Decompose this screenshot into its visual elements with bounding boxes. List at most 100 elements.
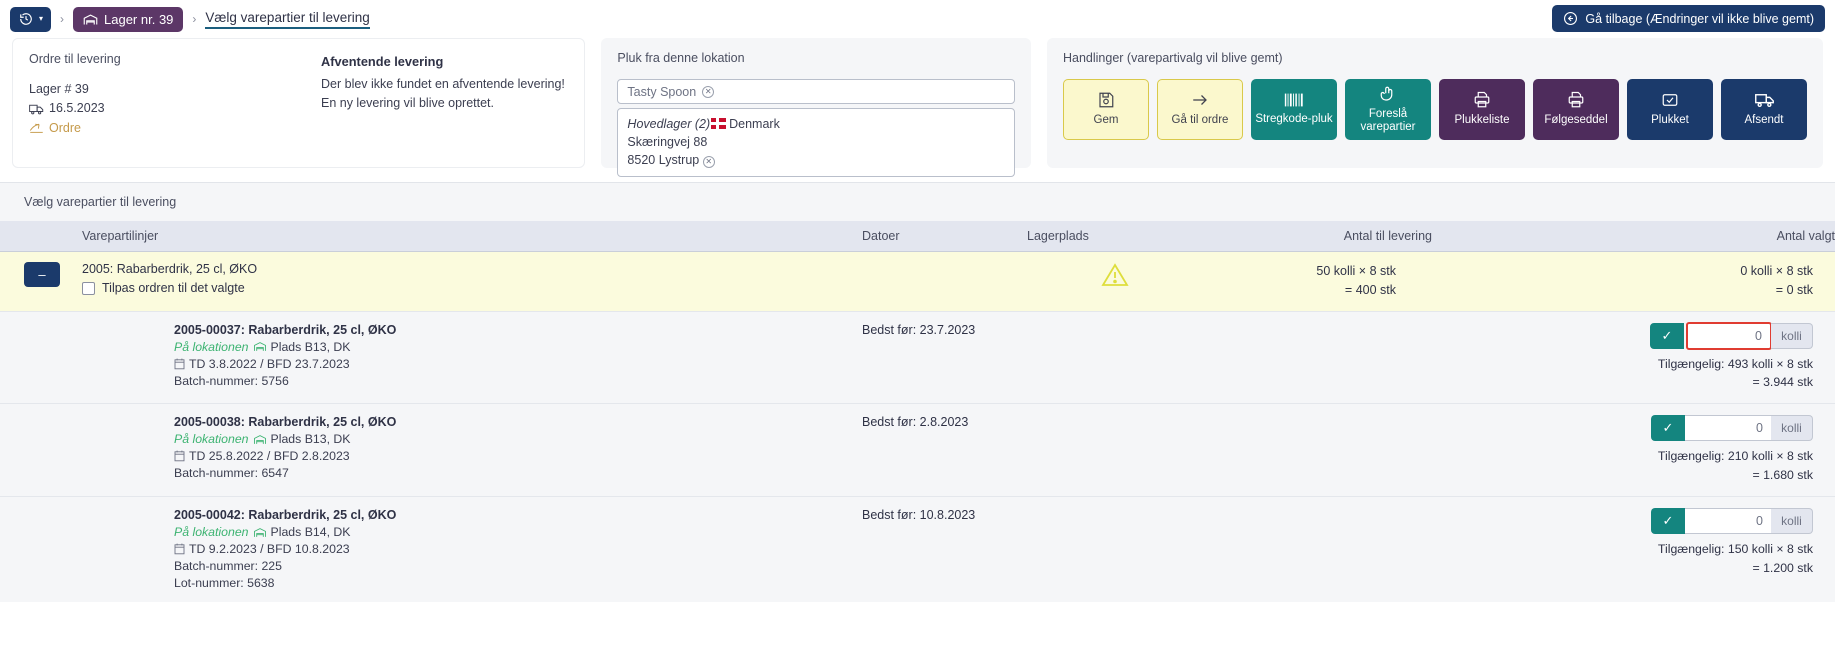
breadcrumb-warehouse[interactable]: Lager nr. 39 [73,7,183,32]
row-qty-selected-cell: ✓ 0 kolli Tilgængelig: 493 kolli × 8 stk [1432,311,1835,404]
clear-location-icon[interactable]: ✕ [702,86,714,98]
lot-dates-row: TD 25.8.2022 / BFD 2.8.2023 [174,449,862,463]
arrow-right-icon [1190,91,1210,109]
availability-kolli: Tilgængelig: 493 kolli [1658,357,1773,371]
save-disk-icon [1097,91,1115,109]
clear-address-icon[interactable]: ✕ [703,156,715,168]
lot-dates-text: TD 9.2.2023 / BFD 10.8.2023 [189,542,350,556]
on-location-label: På lokationen [174,340,249,354]
picking-list-button[interactable]: Plukkeliste [1439,79,1525,140]
row-qty-selected-cell: ✓ 0 kolli Tilgængelig: 210 kolli × 8 stk [1432,404,1835,497]
pick-street: Skæringvej 88 [627,133,1005,151]
row-info-cell: 2005-00038: Rabarberdrik, 25 cl, ØKO På … [82,404,862,497]
history-clock-icon [19,12,33,26]
qty-selector: ✓ 0 kolli [1651,508,1835,534]
adjust-order-checkbox[interactable] [82,282,95,295]
group-sel-op: × [1776,264,1783,278]
suggest-lots-button[interactable]: Foreslå varepartier [1345,79,1431,140]
shipped-button[interactable]: Afsendt [1721,79,1807,140]
adjust-order-row[interactable]: Tilpas ordren til det valgte [82,281,862,295]
row-qty-selected-cell: ✓ 0 kolli Tilgængelig: 150 kolli × 8 stk [1432,497,1835,603]
save-button-label: Gem [1094,114,1119,127]
confirm-quantity-button[interactable]: ✓ [1651,415,1685,441]
availability-total: 3.944 stk [1763,375,1813,389]
lot-dates-row: TD 3.8.2022 / BFD 23.7.2023 [174,357,862,371]
lots-table-section: Vælg varepartier til levering Varepartil… [0,182,1835,602]
order-panel-title: Ordre til levering [29,52,321,66]
availability-info: Tilgængelig: 150 kolli × 8 stk = 1.200 s… [1432,540,1835,577]
adjust-order-label: Tilpas ordren til det valgte [102,281,245,295]
group-sel-total: 0 stk [1787,283,1813,297]
pick-city: 8520 Lystrup [627,153,699,167]
order-warehouse-text: Lager # 39 [29,80,89,99]
availability-line-2: = 1.680 stk [1432,466,1813,484]
quantity-input[interactable]: 0 [1685,415,1771,441]
header-qty-delivery: Antal til levering [1202,221,1432,252]
group-qty-line-2: = 400 stk [1202,281,1396,300]
go-back-button[interactable]: Gå tilbage (Ændringer vil ikke blive gem… [1552,5,1825,32]
header-lines: Varepartilinjer [82,221,862,252]
header-toggle [0,221,82,252]
order-link[interactable]: Ordre [29,119,321,138]
group-qty-delivery-cell: 50 kolli × 8 stk = 400 stk [1202,252,1432,312]
back-circle-arrow-icon [1563,11,1578,26]
quantity-input[interactable]: 0 [1685,508,1771,534]
row-place-cell [1027,404,1202,497]
group-toggle-cell: – [0,252,82,312]
order-date: 16.5.2023 [29,99,321,118]
breadcrumb-separator-2: › [192,12,196,26]
lots-table-head: Varepartilinjer Datoer Lagerplads Antal … [0,221,1835,252]
pick-address-line1: Hovedlager (2)Denmark [627,115,1005,133]
order-link-label: Ordre [49,119,81,138]
delivery-note-button[interactable]: Følgeseddel [1533,79,1619,140]
availability-total: 1.200 stk [1763,561,1813,575]
actions-panel: Handlinger (varepartivalg vil blive gemt… [1047,38,1823,168]
picking-list-label: Plukkeliste [1455,114,1510,127]
go-to-order-button[interactable]: Gå til ordre [1157,79,1243,140]
quantity-input[interactable]: 0 [1686,322,1772,350]
pick-location-panel: Pluk fra denne lokation Tasty Spoon ✕ Ho… [601,38,1031,168]
table-row: 2005-00038: Rabarberdrik, 25 cl, ØKO På … [0,404,1835,497]
pending-delivery-line2: En ny levering vil blive oprettet. [321,94,568,113]
save-button[interactable]: Gem [1063,79,1149,140]
row-best-before-cell: Bedst før: 23.7.2023 [862,311,1027,404]
collapse-group-button[interactable]: – [24,262,60,287]
pick-panel-title: Pluk fra denne lokation [617,51,1015,65]
lot-location-row: På lokationen Plads B14, DK [174,525,862,539]
pick-location-input[interactable]: Tasty Spoon ✕ [617,79,1015,104]
row-info-cell: 2005-00037: Rabarberdrik, 25 cl, ØKO På … [82,311,862,404]
barcode-pick-button[interactable]: Stregkode-pluk [1251,79,1337,140]
lot-place: Plads B13, DK [271,340,351,354]
quantity-unit-label: kolli [1771,415,1813,441]
group-sel-unit: 8 stk [1787,264,1813,278]
availability-kolli: Tilgængelig: 150 kolli [1658,542,1773,556]
history-button[interactable]: ▾ [10,7,51,32]
lot-name: 2005-00038: Rabarberdrik, 25 cl, ØKO [174,415,862,429]
confirm-quantity-button[interactable]: ✓ [1650,323,1684,349]
denmark-flag-icon [711,118,726,129]
warehouse-icon [83,13,98,26]
breadcrumb-current[interactable]: Vælg varepartier til levering [205,10,369,29]
availability-unit: 8 stk [1787,542,1813,556]
qty-selector-inner: ✓ 0 kolli [1650,323,1813,349]
calendar-icon [174,358,185,370]
pick-location-value: Tasty Spoon [627,85,696,99]
go-back-label: Gå tilbage (Ændringer vil ikke blive gem… [1585,12,1814,26]
lot-location-row: På lokationen Plads B13, DK [174,432,862,446]
order-date-text: 16.5.2023 [49,99,105,118]
picked-button[interactable]: Plukket [1627,79,1713,140]
pending-delivery-title: Afventende levering [321,54,568,69]
availability-line-2: = 1.200 stk [1432,559,1813,577]
lot-dates-text: TD 3.8.2022 / BFD 23.7.2023 [189,357,350,371]
qty-selector-wrap: ✓ 0 kolli [1432,323,1835,349]
barcode-pick-label: Stregkode-pluk [1255,113,1332,126]
lot-name: 2005-00037: Rabarberdrik, 25 cl, ØKO [174,323,862,337]
actions-button-row: Gem Gå til ordre Stregkode-pluk [1063,79,1807,140]
lot-place: Plads B14, DK [271,525,351,539]
group-row: – 2005: Rabarberdrik, 25 cl, ØKO Tilpas … [0,252,1835,312]
table-row: 2005-00037: Rabarberdrik, 25 cl, ØKO På … [0,311,1835,404]
pick-location-name: Hovedlager (2) [627,117,710,131]
pick-address-box[interactable]: Hovedlager (2)Denmark Skæringvej 88 8520… [617,108,1015,177]
confirm-quantity-button[interactable]: ✓ [1651,508,1685,534]
box-check-icon [1660,91,1680,109]
